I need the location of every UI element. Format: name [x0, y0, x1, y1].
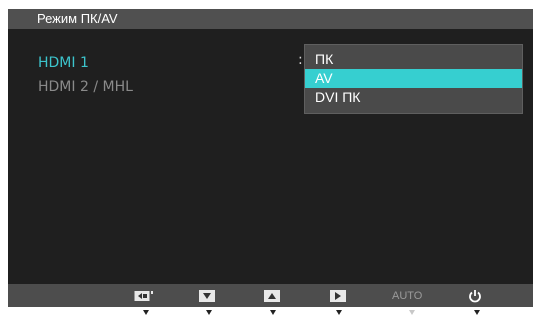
input-hdmi-2-mhl[interactable]: HDMI 2 / MHL: [38, 75, 133, 99]
mode-dropdown[interactable]: ПК AV DVI ПК: [304, 44, 523, 114]
input-hdmi-1[interactable]: HDMI 1: [38, 51, 133, 75]
pointer-power: [474, 310, 480, 315]
pointer-source: [143, 310, 149, 315]
up-button[interactable]: [264, 289, 280, 303]
osd-window: Режим ПК/AV HDMI 1 HDMI 2 / MHL : ПК AV …: [8, 9, 533, 284]
auto-label: AUTO: [392, 290, 423, 302]
separator: :: [298, 52, 303, 68]
input-list: HDMI 1 HDMI 2 / MHL: [38, 51, 133, 99]
pointer-enter: [336, 310, 342, 315]
source-button[interactable]: [134, 289, 154, 303]
option-av[interactable]: AV: [305, 69, 522, 88]
enter-button[interactable]: [330, 289, 346, 303]
pointer-up: [270, 310, 276, 315]
source-icon: [134, 291, 153, 301]
pointer-down: [206, 310, 212, 315]
down-arrow-icon: [199, 290, 215, 302]
auto-button[interactable]: AUTO: [392, 289, 422, 303]
power-icon: [469, 290, 481, 303]
right-arrow-icon: [330, 290, 346, 302]
option-dvi-pc[interactable]: DVI ПК: [305, 88, 522, 107]
down-button[interactable]: [199, 289, 215, 303]
pointer-auto: [409, 310, 415, 315]
control-button-bar: AUTO: [8, 284, 533, 307]
option-pc[interactable]: ПК: [305, 50, 522, 69]
up-arrow-icon: [264, 290, 280, 302]
menu-title: Режим ПК/AV: [8, 9, 533, 29]
power-button[interactable]: [468, 289, 482, 303]
